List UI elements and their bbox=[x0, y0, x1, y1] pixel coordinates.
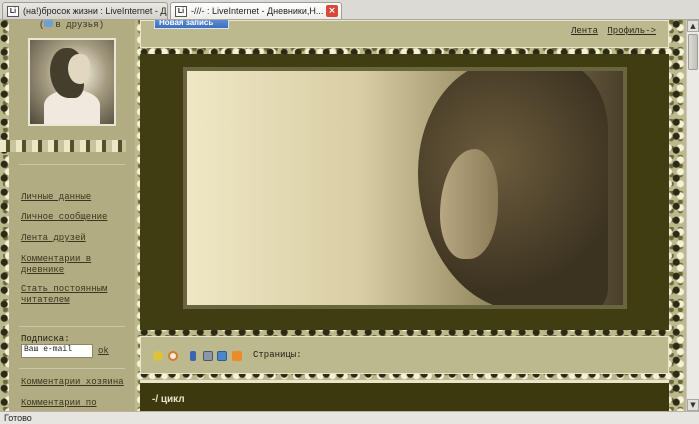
tab-title: (на!)бросок жизни : LiveInternet - Д... bbox=[23, 6, 168, 16]
post-header: -/ цикл bbox=[140, 380, 669, 411]
tab-title: -///- : LiveInternet - Дневники,Н... bbox=[191, 6, 324, 16]
add-to-friends-link[interactable]: (в друзья) bbox=[39, 20, 104, 30]
divider bbox=[19, 368, 125, 369]
rss-icon[interactable] bbox=[232, 351, 242, 361]
pages-label: Страницы: bbox=[253, 350, 302, 360]
subscribe-email-input[interactable]: Ваш e-mail bbox=[21, 344, 93, 358]
subscribe-label: Подписка: bbox=[21, 334, 70, 344]
sidebar: (в друзья) Личные данные Личное сообщени… bbox=[0, 20, 135, 411]
phone-icon[interactable] bbox=[190, 351, 196, 361]
personal-data-link[interactable]: Личные данные bbox=[21, 192, 125, 203]
save-icon[interactable] bbox=[217, 351, 227, 361]
new-post-button[interactable]: Новая запись bbox=[154, 20, 229, 29]
browser-tab-2[interactable]: Li -///- : LiveInternet - Дневники,Н... … bbox=[170, 2, 342, 19]
scroll-down-arrow-icon[interactable]: ▼ bbox=[687, 399, 699, 411]
clock-icon[interactable] bbox=[168, 351, 178, 361]
browser-tab-1[interactable]: Li (на!)бросок жизни : LiveInternet - Д.… bbox=[2, 2, 168, 19]
owner-comments-link[interactable]: Комментарии хозяина bbox=[21, 377, 125, 388]
post-title[interactable]: -/ цикл bbox=[152, 394, 185, 405]
divider bbox=[19, 164, 125, 165]
print-icon[interactable] bbox=[203, 351, 213, 361]
diary-comments-link[interactable]: Комментарии в дневнике bbox=[21, 254, 125, 276]
subscribe-ok-link[interactable]: ok bbox=[98, 346, 109, 356]
avatar-figure-face bbox=[68, 54, 90, 84]
friends-icon bbox=[44, 20, 54, 27]
status-text: Готово bbox=[4, 413, 32, 423]
close-tab-icon[interactable]: × bbox=[326, 5, 338, 17]
page-viewport: (в друзья) Личные данные Личное сообщени… bbox=[0, 20, 686, 411]
header-links: Лента Профиль-> bbox=[567, 26, 656, 36]
status-bar: Готово bbox=[0, 411, 699, 424]
private-message-link[interactable]: Личное сообщение bbox=[21, 212, 125, 223]
main-content: Новая запись Лента Профиль-> Страницы: -… bbox=[140, 20, 669, 411]
become-reader-link[interactable]: Стать постоянным читателем bbox=[21, 284, 125, 306]
header-photo-frame bbox=[183, 67, 627, 309]
header-photo bbox=[187, 71, 623, 305]
profile-link[interactable]: Профиль-> bbox=[607, 26, 656, 36]
comments-by-link[interactable]: Комментарии по bbox=[21, 398, 125, 409]
diary-header: Новая запись Лента Профиль-> bbox=[140, 20, 669, 48]
vertical-scrollbar[interactable]: ▲ ▼ bbox=[686, 20, 699, 411]
friends-feed-link[interactable]: Лента друзей bbox=[21, 233, 125, 244]
divider bbox=[19, 326, 125, 327]
post-toolbar: Страницы: bbox=[140, 336, 669, 374]
liveinternet-favicon-icon: Li bbox=[7, 6, 19, 17]
header-image-panel bbox=[140, 54, 669, 330]
scroll-up-arrow-icon[interactable]: ▲ bbox=[687, 20, 699, 32]
star-icon[interactable] bbox=[153, 351, 163, 361]
avatar[interactable] bbox=[28, 38, 116, 126]
add-to-friends-label: в друзья bbox=[55, 20, 99, 30]
decorative-border bbox=[0, 140, 126, 152]
feed-link[interactable]: Лента bbox=[571, 26, 598, 36]
scroll-thumb[interactable] bbox=[688, 34, 698, 70]
browser-tab-bar: Li (на!)бросок жизни : LiveInternet - Д.… bbox=[0, 0, 699, 20]
liveinternet-favicon-icon: Li bbox=[175, 6, 187, 17]
